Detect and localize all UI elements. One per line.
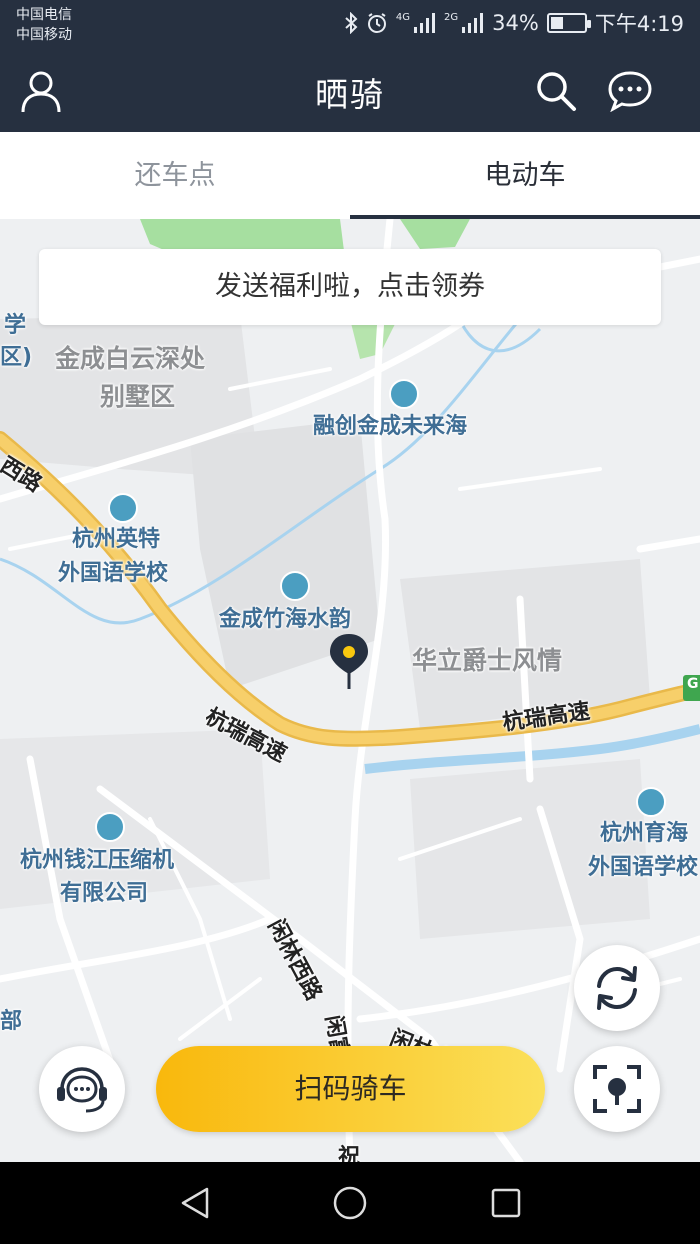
app-title: 晒骑 bbox=[315, 75, 385, 114]
system-nav-bar bbox=[0, 1162, 700, 1244]
map-label: 学 bbox=[4, 313, 27, 338]
scan-to-ride-button[interactable]: 扫码骑车 bbox=[156, 1046, 545, 1132]
tab-e-bike[interactable]: 电动车 bbox=[350, 132, 700, 219]
battery-icon bbox=[546, 13, 591, 33]
tab-bar: 还车点 电动车 bbox=[0, 132, 700, 219]
school-icon bbox=[636, 787, 666, 817]
building-icon bbox=[280, 571, 310, 601]
signal-4g-icon: 4G bbox=[396, 13, 436, 33]
alarm-icon bbox=[366, 12, 388, 34]
building-icon bbox=[95, 812, 125, 842]
bluetooth-icon bbox=[344, 12, 358, 34]
customer-service-button[interactable] bbox=[39, 1046, 125, 1132]
map-label: 部 bbox=[0, 1009, 23, 1034]
home-icon[interactable] bbox=[330, 1183, 370, 1223]
map-label: 外国语学校 bbox=[58, 561, 169, 586]
headset-icon bbox=[57, 1067, 107, 1113]
map-label: 杭州育海 bbox=[600, 821, 689, 846]
status-icons: 4G 2G 34% 下午4:19 bbox=[344, 8, 684, 38]
locate-icon bbox=[593, 1065, 641, 1113]
coupon-banner[interactable]: 发送福利啦，点击领券 bbox=[39, 249, 661, 325]
locate-button[interactable] bbox=[574, 1046, 660, 1132]
road-label: 祝 bbox=[338, 1145, 361, 1162]
status-bar: 中国电信 中国移动 4G 2G 34% 下午4:19 bbox=[0, 0, 700, 48]
school-icon bbox=[108, 493, 138, 523]
map-label: 外国语学校 bbox=[588, 855, 699, 880]
tab-return-points[interactable]: 还车点 bbox=[0, 132, 350, 219]
carrier-1: 中国电信 bbox=[16, 7, 72, 23]
clock: 下午4:19 bbox=[594, 12, 684, 36]
battery-percent: 34% bbox=[492, 11, 539, 35]
highway-badge: G bbox=[687, 676, 699, 692]
map-label: 区) bbox=[0, 345, 33, 370]
map-label: 融创金成未来海 bbox=[313, 414, 468, 439]
map-label: 杭州英特 bbox=[72, 527, 161, 552]
refresh-button[interactable] bbox=[574, 945, 660, 1031]
top-bar: 中国电信 中国移动 4G 2G 34% 下午4:19 晒骑 bbox=[0, 0, 700, 132]
app-header: 晒骑 bbox=[0, 56, 700, 126]
map-label: 别墅区 bbox=[100, 382, 176, 411]
back-icon[interactable] bbox=[175, 1183, 215, 1223]
map-label: 金成白云深处 bbox=[55, 344, 206, 373]
map-label: 杭州钱江压缩机 bbox=[20, 848, 175, 873]
carrier-2: 中国移动 bbox=[16, 27, 72, 43]
map-label: 金成竹海水韵 bbox=[219, 607, 352, 632]
map-label: 有限公司 bbox=[60, 881, 149, 906]
carrier-info: 中国电信 中国移动 bbox=[16, 5, 72, 45]
search-icon[interactable] bbox=[531, 66, 581, 116]
signal-2g-icon: 2G bbox=[444, 13, 484, 33]
recents-icon[interactable] bbox=[486, 1183, 526, 1223]
map-view[interactable]: 金成白云深处 别墅区 融创金成未来海 杭州英特 外国语学校 金成竹海水韵 华立爵… bbox=[0, 219, 700, 1162]
building-icon bbox=[389, 379, 419, 409]
map-label: 华立爵士风情 bbox=[412, 646, 563, 675]
message-icon[interactable] bbox=[605, 66, 655, 116]
refresh-icon bbox=[597, 966, 637, 1010]
